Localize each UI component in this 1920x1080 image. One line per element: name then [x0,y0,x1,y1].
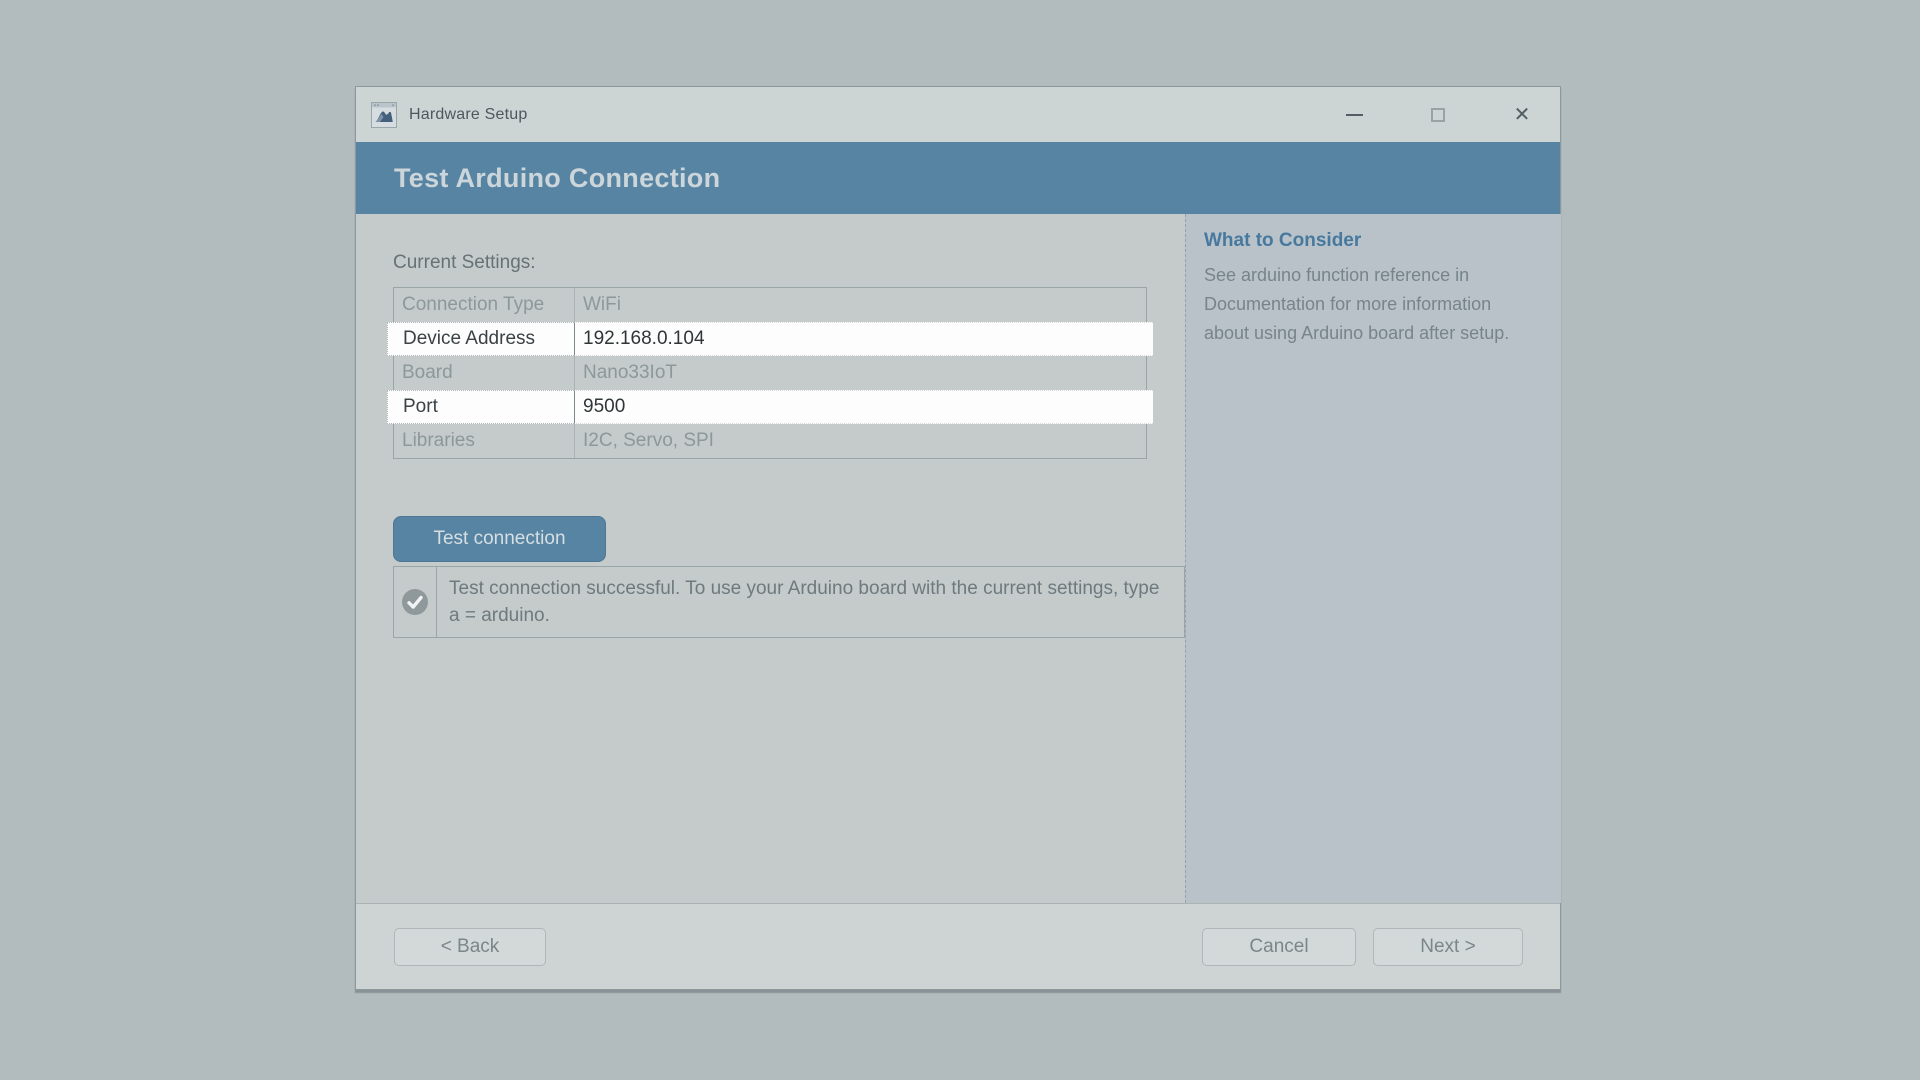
next-button[interactable]: Next > [1373,928,1523,966]
row-label: Board [394,356,574,390]
status-icon-cell [394,567,437,637]
close-icon[interactable]: ✕ [1512,105,1532,125]
hardware-setup-window: Hardware Setup ✕ Test Arduino Connection… [355,86,1561,990]
main-content: Current Settings: Connection Type WiFi D… [356,214,1185,903]
test-connection-button[interactable]: Test connection [393,516,606,562]
sidebar-body-text: See arduino function reference in Docume… [1204,261,1524,348]
connection-type-value: WiFi [574,288,1146,322]
status-message: Test connection successful. To use your … [437,567,1184,637]
table-row-board: Board Nano33IoT [394,356,1146,390]
status-message-box: Test connection successful. To use your … [393,566,1185,638]
row-label: Device Address [387,322,574,356]
current-settings-label: Current Settings: [393,252,1185,274]
what-to-consider-panel: What to Consider See arduino function re… [1185,214,1561,903]
device-address-input[interactable]: 192.168.0.104 [574,322,1153,356]
wizard-step-header: Test Arduino Connection [356,142,1560,214]
settings-table: Connection Type WiFi Device Address 192.… [393,287,1147,459]
back-button[interactable]: < Back [394,928,546,966]
cancel-button[interactable]: Cancel [1202,928,1356,966]
minimize-icon[interactable] [1344,105,1364,125]
libraries-value: I2C, Servo, SPI [574,424,1146,458]
table-row-connection-type: Connection Type WiFi [394,288,1146,322]
table-row-device-address: Device Address 192.168.0.104 [387,322,1153,356]
row-label: Libraries [394,424,574,458]
window-controls: ✕ [1344,105,1532,125]
matlab-icon [371,102,397,128]
maximize-icon[interactable] [1428,105,1448,125]
wizard-footer: < Back Cancel Next > [356,903,1560,989]
page-title: Test Arduino Connection [394,163,720,194]
board-value: Nano33IoT [574,356,1146,390]
sidebar-heading: What to Consider [1204,230,1533,252]
row-label: Connection Type [394,288,574,322]
window-title: Hardware Setup [409,106,527,124]
check-circle-icon [401,588,429,616]
table-row-port: Port 9500 [387,390,1153,424]
table-row-libraries: Libraries I2C, Servo, SPI [394,424,1146,458]
window-titlebar[interactable]: Hardware Setup ✕ [356,87,1560,142]
row-label: Port [387,390,574,424]
port-input[interactable]: 9500 [574,390,1153,424]
